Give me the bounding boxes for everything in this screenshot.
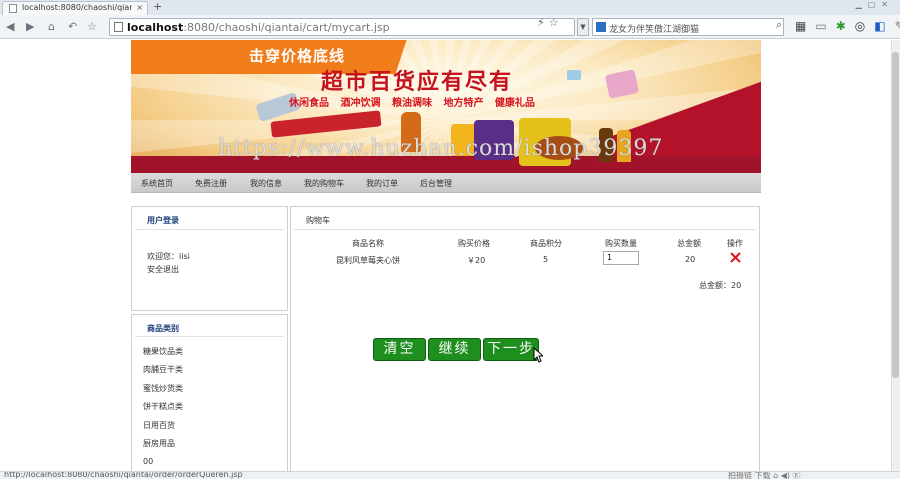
- cart-panel: 购物车 商品名称 购买价格 商品积分 购买数量 总金额 操作 昆利风草莓夹心饼 …: [290, 206, 760, 471]
- banner-headline: 超市百货应有尽有: [321, 70, 514, 95]
- menu-item-my-orders[interactable]: 我的订单: [366, 178, 398, 189]
- banner-categories: 休闲食品 酒冲饮调 粮油调味 地方特产 健康礼品: [289, 98, 535, 109]
- url-host: localhost: [127, 21, 184, 34]
- clear-cart-button[interactable]: 清空: [373, 338, 426, 361]
- quantity-input[interactable]: 1: [603, 251, 639, 265]
- undo-icon[interactable]: ↶: [68, 20, 77, 34]
- panel-title: 商品类别: [147, 324, 179, 333]
- search-placeholder: 龙女为伴笑傲江湖御猫: [609, 25, 700, 35]
- browser-tab[interactable]: localhost:8080/chaoshi/qian ×: [2, 1, 148, 15]
- panel-title: 用户登录: [147, 216, 179, 225]
- column-header-action: 操作: [727, 239, 743, 248]
- category-item[interactable]: 蜜饯炒货类: [143, 383, 183, 394]
- new-tab-button[interactable]: +: [153, 1, 162, 13]
- bookmark-star-icon[interactable]: ☆: [87, 20, 97, 34]
- delete-icon[interactable]: [730, 252, 741, 263]
- menu-item-my-cart[interactable]: 我的购物车: [304, 178, 344, 189]
- browser-tabbar: localhost:8080/chaoshi/qian × + ▁▢✕: [0, 0, 900, 15]
- item-points: 5: [543, 255, 549, 264]
- back-icon[interactable]: ◀: [6, 20, 14, 34]
- menu-item-register[interactable]: 免费注册: [195, 178, 227, 189]
- url-path: :8080/chaoshi/qiantai/cart/mycart.jsp: [183, 21, 390, 34]
- continue-shopping-button[interactable]: 继续: [428, 338, 481, 361]
- category-item[interactable]: 饼干糕点类: [143, 401, 183, 412]
- category-item[interactable]: 00: [143, 457, 153, 466]
- item-total: 20: [685, 255, 696, 264]
- column-header-name: 商品名称: [352, 239, 384, 248]
- menu-item-my-info[interactable]: 我的信息: [250, 178, 282, 189]
- home-icon[interactable]: ⌂: [48, 20, 55, 34]
- category-item[interactable]: 厨房用品: [143, 438, 175, 449]
- window-controls[interactable]: ▁▢✕: [856, 0, 894, 9]
- column-header-points: 商品积分: [530, 239, 562, 248]
- watermark-text: https://www.huzhan.com/ishop39397: [218, 136, 664, 161]
- page-viewport: 击穿价格底线 超市百货应有尽有 休闲食品 酒冲饮调 粮油调味 地方特产 健康礼品…: [0, 40, 891, 471]
- window-icon[interactable]: ▭: [815, 19, 835, 33]
- address-bar[interactable]: localhost:8080/chaoshi/qiantai/cart/myca…: [109, 18, 575, 36]
- column-header-quantity: 购买数量: [605, 239, 637, 248]
- power-icon[interactable]: ◎: [855, 19, 874, 33]
- user-login-panel: 用户登录 欢迎您：lisi 安全退出: [131, 206, 288, 311]
- gear-icon[interactable]: ✱: [836, 19, 855, 33]
- menu-item-home[interactable]: 系统首页: [141, 178, 173, 189]
- status-icons[interactable]: 拍摄链 下载 ⌂ ◀) Ⓔ: [728, 472, 801, 479]
- page-icon: [114, 22, 123, 32]
- search-engine-icon[interactable]: [596, 22, 606, 32]
- grand-total: 总金额：20: [699, 281, 742, 290]
- banner-slogan: 击穿价格底线: [249, 47, 346, 65]
- main-menu: 系统首页 免费注册 我的信息 我的购物车 我的订单 后台管理: [131, 173, 761, 193]
- extension-icons[interactable]: ▦▭✱◎◧✎: [795, 19, 900, 33]
- search-icon[interactable]: ⌕: [776, 18, 782, 32]
- browser-navbar: ◀ ▶ ⌂ ↶ ☆ localhost:8080/chaoshi/qiantai…: [0, 15, 900, 39]
- category-panel: 商品类别 糖果饮品类 肉脯豆干类 蜜饯炒货类 饼干糕点类 日用百货 厨房用品 0…: [131, 314, 288, 471]
- search-input[interactable]: 龙女为伴笑傲江湖御猫: [592, 18, 784, 36]
- item-name: 昆利风草莓夹心饼: [336, 256, 400, 265]
- panel-title: 购物车: [306, 216, 330, 225]
- next-step-button[interactable]: 下一步: [483, 338, 539, 361]
- address-bar-icons[interactable]: ⚡☆: [537, 16, 563, 29]
- divider: [135, 229, 284, 230]
- divider: [294, 229, 756, 230]
- category-item[interactable]: 肉脯豆干类: [143, 364, 183, 375]
- category-item[interactable]: 糖果饮品类: [143, 346, 183, 357]
- scrollbar-thumb[interactable]: [892, 52, 899, 378]
- tools-icon[interactable]: ✎: [895, 19, 900, 33]
- tab-close-icon[interactable]: ×: [136, 3, 143, 12]
- status-url: http://localhost:8080/chaoshi/qiantai/or…: [4, 471, 243, 479]
- extension-icon[interactable]: ◧: [874, 19, 894, 33]
- grid-icon[interactable]: ▦: [795, 19, 815, 33]
- mouse-cursor-icon: [533, 347, 543, 363]
- column-header-price: 购买价格: [458, 239, 490, 248]
- forward-icon[interactable]: ▶: [26, 20, 34, 34]
- logout-link[interactable]: 安全退出: [147, 264, 179, 275]
- welcome-text: 欢迎您：lisi: [147, 252, 190, 261]
- column-header-total: 总金额: [677, 239, 701, 248]
- item-price: ￥20: [467, 256, 486, 265]
- category-item[interactable]: 日用百货: [143, 420, 175, 431]
- address-text: localhost:8080/chaoshi/qiantai/cart/myca…: [127, 21, 390, 34]
- page-icon: [9, 4, 17, 13]
- divider: [135, 336, 284, 337]
- tab-title: localhost:8080/chaoshi/qian: [22, 3, 132, 12]
- menu-item-admin[interactable]: 后台管理: [420, 178, 452, 189]
- status-bar: http://localhost:8080/chaoshi/qiantai/or…: [0, 471, 900, 479]
- address-dropdown-icon[interactable]: ▼: [577, 18, 589, 36]
- product-image: [567, 70, 581, 80]
